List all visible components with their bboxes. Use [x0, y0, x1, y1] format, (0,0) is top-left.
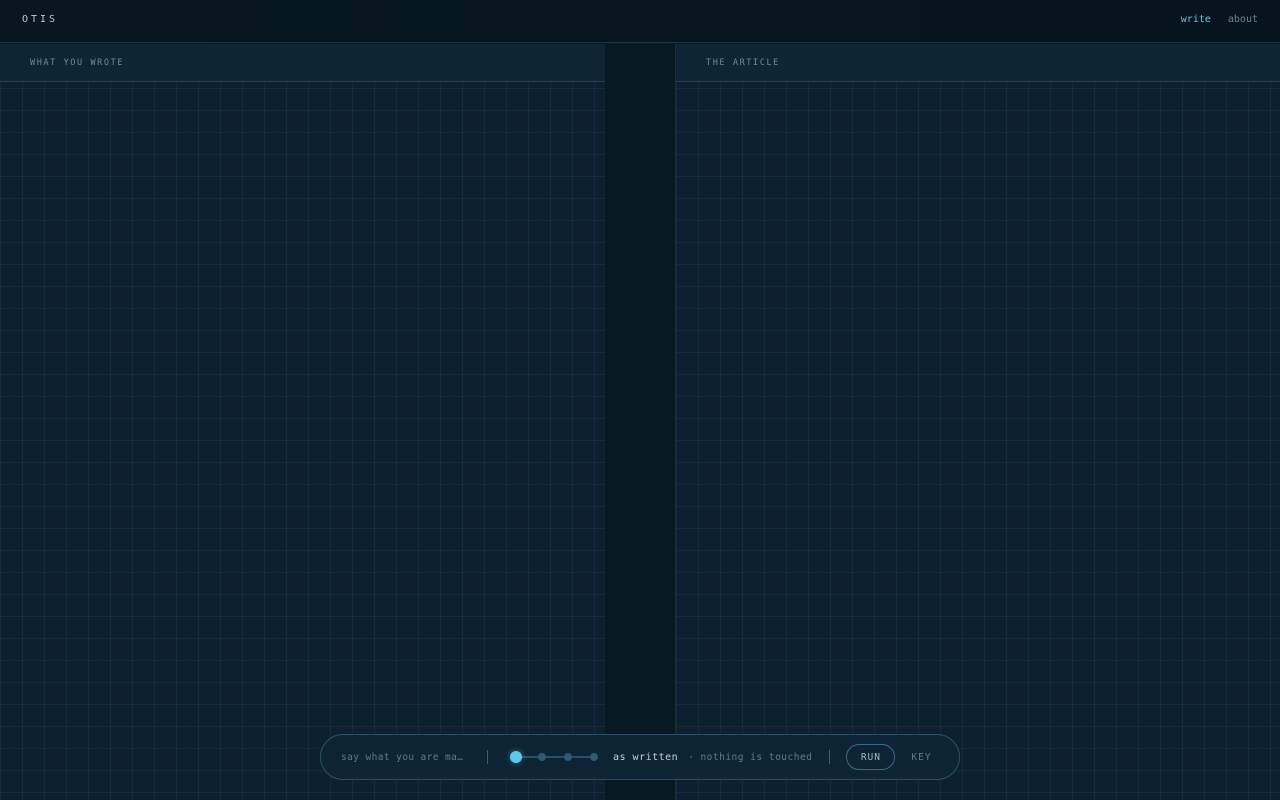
run-button[interactable]: RUN — [846, 744, 896, 770]
brand-logo: OTIS — [22, 14, 59, 25]
separator-dot-icon: · — [688, 751, 695, 763]
dock-divider — [829, 750, 831, 764]
article-pane-title: THE ARTICLE — [676, 44, 1280, 82]
key-button[interactable]: KEY — [911, 752, 931, 763]
edit-level-label: as written — [613, 751, 679, 763]
dock-divider — [487, 750, 488, 764]
nav-about-link[interactable]: about — [1228, 14, 1258, 25]
nav-write-link[interactable]: write — [1181, 14, 1211, 25]
main-nav: write about — [1181, 14, 1258, 25]
article-pane: THE ARTICLE — [675, 44, 1280, 800]
pane-gutter — [605, 44, 675, 800]
edit-level-track — [516, 756, 594, 758]
source-pane-title: WHAT YOU WROTE — [0, 44, 605, 82]
edit-level-stop[interactable] — [590, 753, 598, 761]
edit-level-description: nothing is touched — [700, 751, 813, 763]
edit-level-description-wrap: · nothing is touched — [688, 752, 812, 763]
command-dock: as written · nothing is touched RUN KEY — [320, 734, 960, 780]
instruction-input[interactable] — [341, 751, 471, 763]
edit-level-slider[interactable] — [510, 750, 602, 764]
source-pane[interactable]: WHAT YOU WROTE — [0, 44, 605, 800]
edit-level-stop[interactable] — [510, 751, 522, 763]
edit-level-stop[interactable] — [564, 753, 572, 761]
top-bar: OTIS write about — [0, 0, 1280, 43]
edit-level-stop[interactable] — [538, 753, 546, 761]
